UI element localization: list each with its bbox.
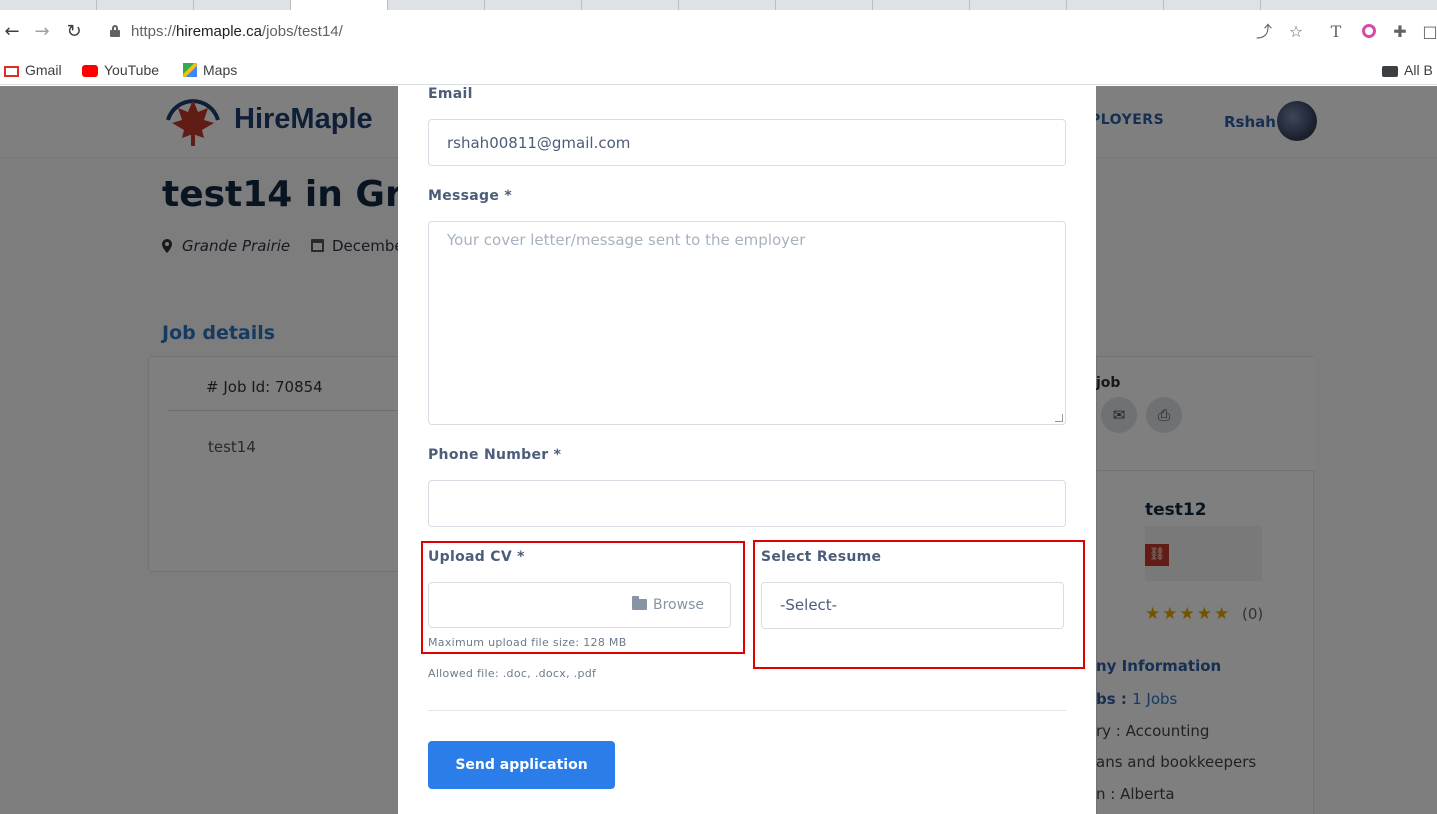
- browser-tab[interactable]: [194, 0, 291, 10]
- browser-tab[interactable]: [873, 0, 970, 10]
- phone-label: Phone Number *: [428, 447, 562, 463]
- browser-tab-strip: [0, 0, 1437, 10]
- folder-icon: [1382, 66, 1398, 77]
- browser-tab[interactable]: [679, 0, 776, 10]
- bookmark-star-icon[interactable]: ☆: [1286, 22, 1306, 42]
- email-label: Email: [428, 86, 473, 102]
- share-icon[interactable]: ⤴: [1254, 22, 1274, 42]
- upload-cv-highlight: [421, 541, 745, 654]
- bookmark-gmail[interactable]: Gmail: [4, 60, 62, 80]
- allowed-file-types: Allowed file: .doc, .docx, .pdf: [428, 667, 597, 680]
- browser-tab[interactable]: [0, 0, 97, 10]
- browser-tab[interactable]: [1164, 0, 1261, 10]
- send-application-button[interactable]: Send application: [428, 741, 615, 789]
- forward-arrow-icon[interactable]: →: [32, 22, 52, 42]
- browser-tab[interactable]: [485, 0, 582, 10]
- message-placeholder: Your cover letter/message sent to the em…: [447, 231, 806, 249]
- color-extension-icon[interactable]: [1359, 22, 1379, 42]
- bookmark-youtube[interactable]: YouTube: [82, 60, 159, 80]
- reload-icon[interactable]: ↻: [64, 22, 84, 42]
- address-bar-row: ← → ↻ https://hiremaple.ca/jobs/test14/ …: [0, 10, 1437, 54]
- resize-handle[interactable]: [1055, 414, 1063, 422]
- select-resume-highlight: [753, 540, 1085, 669]
- browser-tab[interactable]: [97, 0, 194, 10]
- bookmarks-bar: Gmail YouTube Maps All B: [0, 54, 1437, 85]
- gmail-icon: [4, 66, 19, 77]
- phone-field[interactable]: [428, 480, 1066, 527]
- url-text[interactable]: https://hiremaple.ca/jobs/test14/: [131, 23, 343, 40]
- back-arrow-icon[interactable]: ←: [2, 22, 22, 42]
- all-bookmarks[interactable]: All B: [1382, 60, 1433, 80]
- apply-modal: Email rshah00811@gmail.com Message * You…: [398, 86, 1096, 814]
- youtube-icon: [82, 65, 98, 77]
- divider: [428, 710, 1067, 711]
- browser-tab[interactable]: [970, 0, 1067, 10]
- bookmark-maps[interactable]: Maps: [183, 60, 237, 80]
- browser-tab[interactable]: [1067, 0, 1164, 10]
- browser-tab[interactable]: [388, 0, 485, 10]
- url-bar[interactable]: https://hiremaple.ca/jobs/test14/: [100, 15, 1320, 49]
- extensions-puzzle-icon[interactable]: ✚: [1390, 22, 1410, 42]
- message-label: Message *: [428, 188, 512, 204]
- maps-icon: [183, 63, 197, 77]
- browser-tab[interactable]: [582, 0, 679, 10]
- message-textarea[interactable]: Your cover letter/message sent to the em…: [428, 221, 1066, 425]
- browser-tab-active[interactable]: [291, 0, 388, 10]
- extension-t-icon[interactable]: T: [1326, 22, 1346, 42]
- side-panel-icon[interactable]: □: [1420, 22, 1437, 42]
- browser-tab[interactable]: [776, 0, 873, 10]
- email-field[interactable]: rshah00811@gmail.com: [428, 119, 1066, 166]
- lock-icon[interactable]: [110, 25, 120, 37]
